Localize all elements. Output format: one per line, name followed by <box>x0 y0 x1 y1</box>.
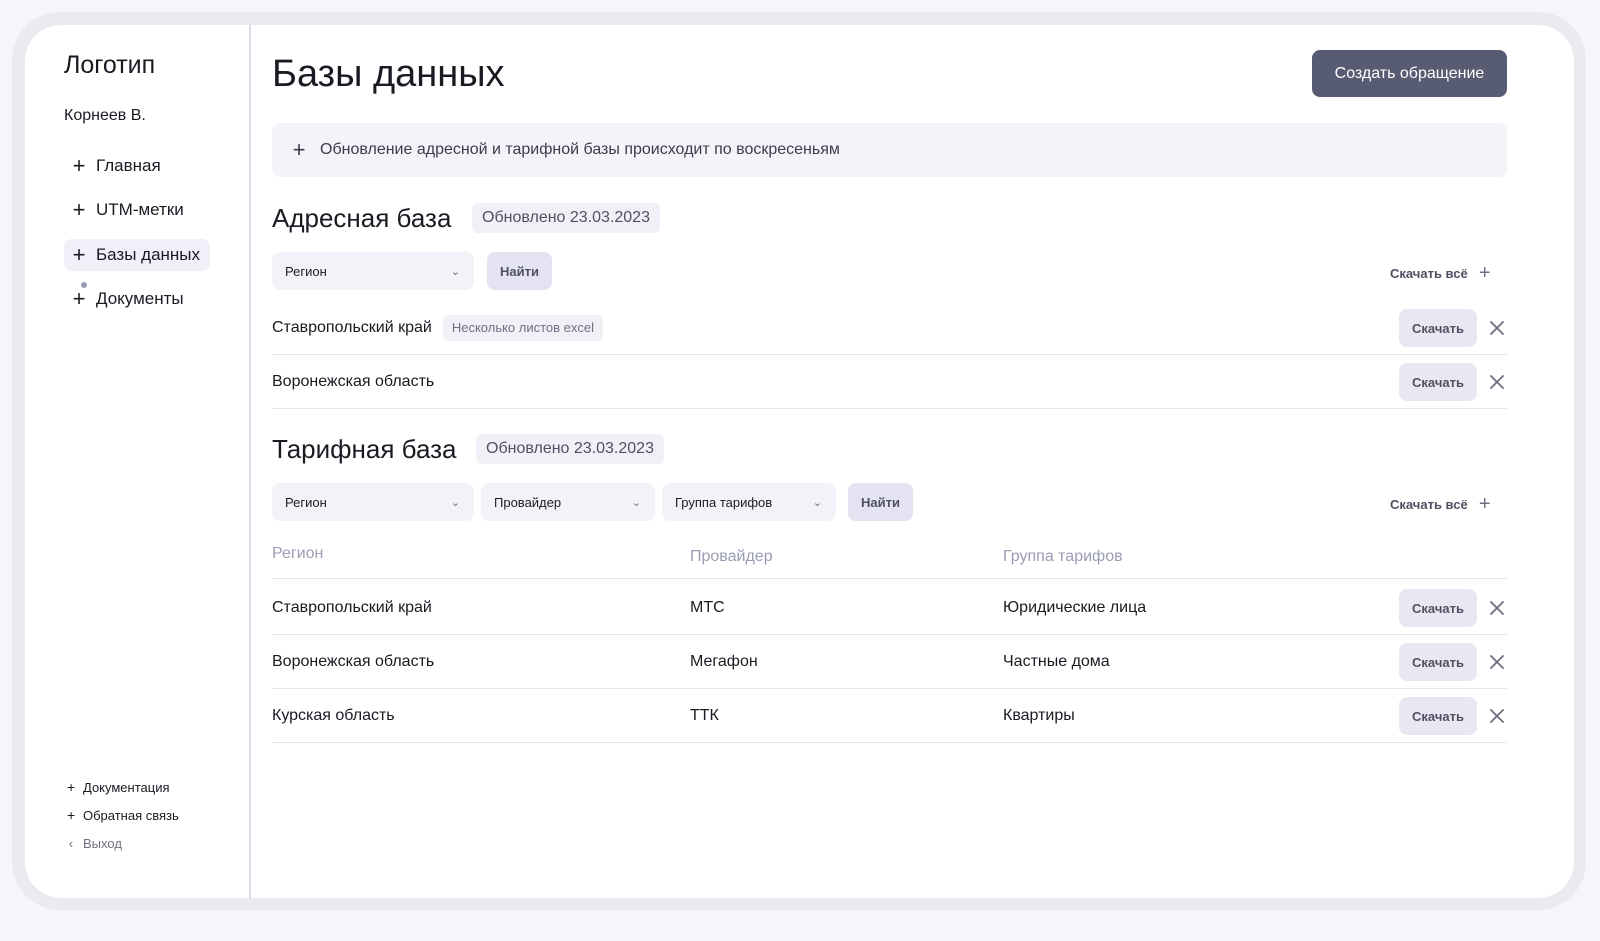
section-title-tariff: Тарифная база <box>272 434 457 464</box>
region-select[interactable]: Регион ⌄ <box>272 252 474 290</box>
footer-link-feedback[interactable]: + Обратная связь <box>67 807 179 823</box>
column-header-provider[interactable]: Провайдер <box>690 548 773 566</box>
table-row: Воронежская область Мегафон Частные дома… <box>272 635 1507 689</box>
download-button[interactable]: Скачать <box>1399 363 1477 401</box>
notice-text: Обновление адресной и тарифной базы прои… <box>320 141 840 158</box>
find-button[interactable]: Найти <box>848 483 913 521</box>
download-all-label: Скачать всё <box>1390 496 1468 512</box>
row-region: Воронежская область <box>272 652 435 670</box>
download-button[interactable]: Скачать <box>1399 697 1477 735</box>
plus-icon: + <box>72 286 86 311</box>
row-region: Воронежская область <box>272 372 435 390</box>
main-content: Базы данных Создать обращение + Обновлен… <box>253 25 1574 898</box>
plus-icon: + <box>72 242 86 267</box>
table-row: Ставропольский край Несколько листов exc… <box>272 301 1507 355</box>
provider-select[interactable]: Провайдер ⌄ <box>481 483 655 521</box>
sidebar-item-label: Документы <box>96 289 184 308</box>
select-value: Регион <box>285 494 327 510</box>
user-name[interactable]: Корнеев В. <box>64 107 146 125</box>
row-region: Курская область <box>272 706 395 724</box>
section-title-address: Адресная база <box>272 203 452 233</box>
download-button[interactable]: Скачать <box>1399 643 1477 681</box>
create-request-button[interactable]: Создать обращение <box>1312 50 1507 97</box>
column-header-tariff-group[interactable]: Группа тарифов <box>1003 548 1123 566</box>
footer-link-label: Документация <box>83 779 170 795</box>
plus-icon: + <box>72 153 86 178</box>
sidebar-item-home[interactable]: + Главная <box>64 150 171 182</box>
close-icon[interactable] <box>1488 599 1506 617</box>
app-window: Логотип Корнеев В. + Главная + UTM-метки… <box>25 25 1574 898</box>
download-button[interactable]: Скачать <box>1399 589 1477 627</box>
download-all-button[interactable]: Скачать всё + <box>1390 494 1492 514</box>
row-region-cell: Ставропольский край Несколько листов exc… <box>272 301 604 354</box>
close-icon[interactable] <box>1488 373 1506 391</box>
row-provider: ТТК <box>690 706 719 724</box>
select-value: Группа тарифов <box>675 494 773 510</box>
page-title: Базы данных <box>272 53 505 95</box>
download-all-label: Скачать всё <box>1390 265 1468 281</box>
logo[interactable]: Логотип <box>64 51 155 80</box>
chevron-down-icon: ⌄ <box>631 496 641 509</box>
footer-link-label: Выход <box>83 835 122 851</box>
updated-badge: Обновлено 23.03.2023 <box>476 434 664 464</box>
sidebar-item-label: Базы данных <box>96 245 201 264</box>
select-value: Провайдер <box>494 494 562 510</box>
plus-icon: + <box>292 137 306 162</box>
table-row: Курская область ТТК Квартиры Скачать <box>272 689 1507 743</box>
select-value: Регион <box>285 263 327 279</box>
plus-icon: + <box>67 807 76 823</box>
plus-icon: + <box>72 197 86 222</box>
table-row: Воронежская область Скачать <box>272 355 1507 409</box>
plus-icon: + <box>1478 493 1491 515</box>
row-tariff-group: Квартиры <box>1003 706 1075 724</box>
format-tag: Несколько листов excel <box>442 314 604 341</box>
plus-icon: + <box>1478 262 1491 284</box>
footer-link-label: Обратная связь <box>83 807 179 823</box>
row-provider: Мегафон <box>690 652 758 670</box>
chevron-down-icon: ⌄ <box>450 265 460 278</box>
close-icon[interactable] <box>1488 707 1506 725</box>
tariff-group-select[interactable]: Группа тарифов ⌄ <box>662 483 836 521</box>
chevron-left-icon: ‹ <box>68 835 74 851</box>
find-button[interactable]: Найти <box>487 252 552 290</box>
region-select[interactable]: Регион ⌄ <box>272 483 474 521</box>
sidebar-item-documents[interactable]: + Документы <box>64 283 194 315</box>
sidebar-item-utm[interactable]: + UTM-метки <box>64 194 194 226</box>
row-tariff-group: Юридические лица <box>1003 598 1147 616</box>
updated-badge: Обновлено 23.03.2023 <box>472 203 660 233</box>
header-divider <box>272 578 1507 579</box>
sidebar: Логотип Корнеев В. + Главная + UTM-метки… <box>25 25 251 898</box>
row-provider: МТС <box>690 598 725 616</box>
logout-link[interactable]: ‹ Выход <box>67 835 122 851</box>
plus-icon: + <box>67 779 76 795</box>
row-region: Ставропольский край <box>272 318 432 336</box>
sidebar-item-label: Главная <box>96 156 161 175</box>
sidebar-item-databases[interactable]: + Базы данных <box>64 239 211 271</box>
close-icon[interactable] <box>1488 319 1506 337</box>
download-button[interactable]: Скачать <box>1399 309 1477 347</box>
download-all-button[interactable]: Скачать всё + <box>1390 263 1492 283</box>
row-tariff-group: Частные дома <box>1003 652 1110 670</box>
row-region: Ставропольский край <box>272 598 432 616</box>
chevron-down-icon: ⌄ <box>450 496 460 509</box>
column-header-region[interactable]: Регион <box>272 545 323 563</box>
chevron-down-icon: ⌄ <box>812 496 822 509</box>
table-row: Ставропольский край МТС Юридические лица… <box>272 581 1507 635</box>
footer-link-documentation[interactable]: + Документация <box>67 779 170 795</box>
sidebar-item-label: UTM-метки <box>96 200 184 219</box>
row-region-cell: Воронежская область <box>272 355 434 408</box>
close-icon[interactable] <box>1488 653 1506 671</box>
info-notice[interactable]: + Обновление адресной и тарифной базы пр… <box>272 123 1507 177</box>
